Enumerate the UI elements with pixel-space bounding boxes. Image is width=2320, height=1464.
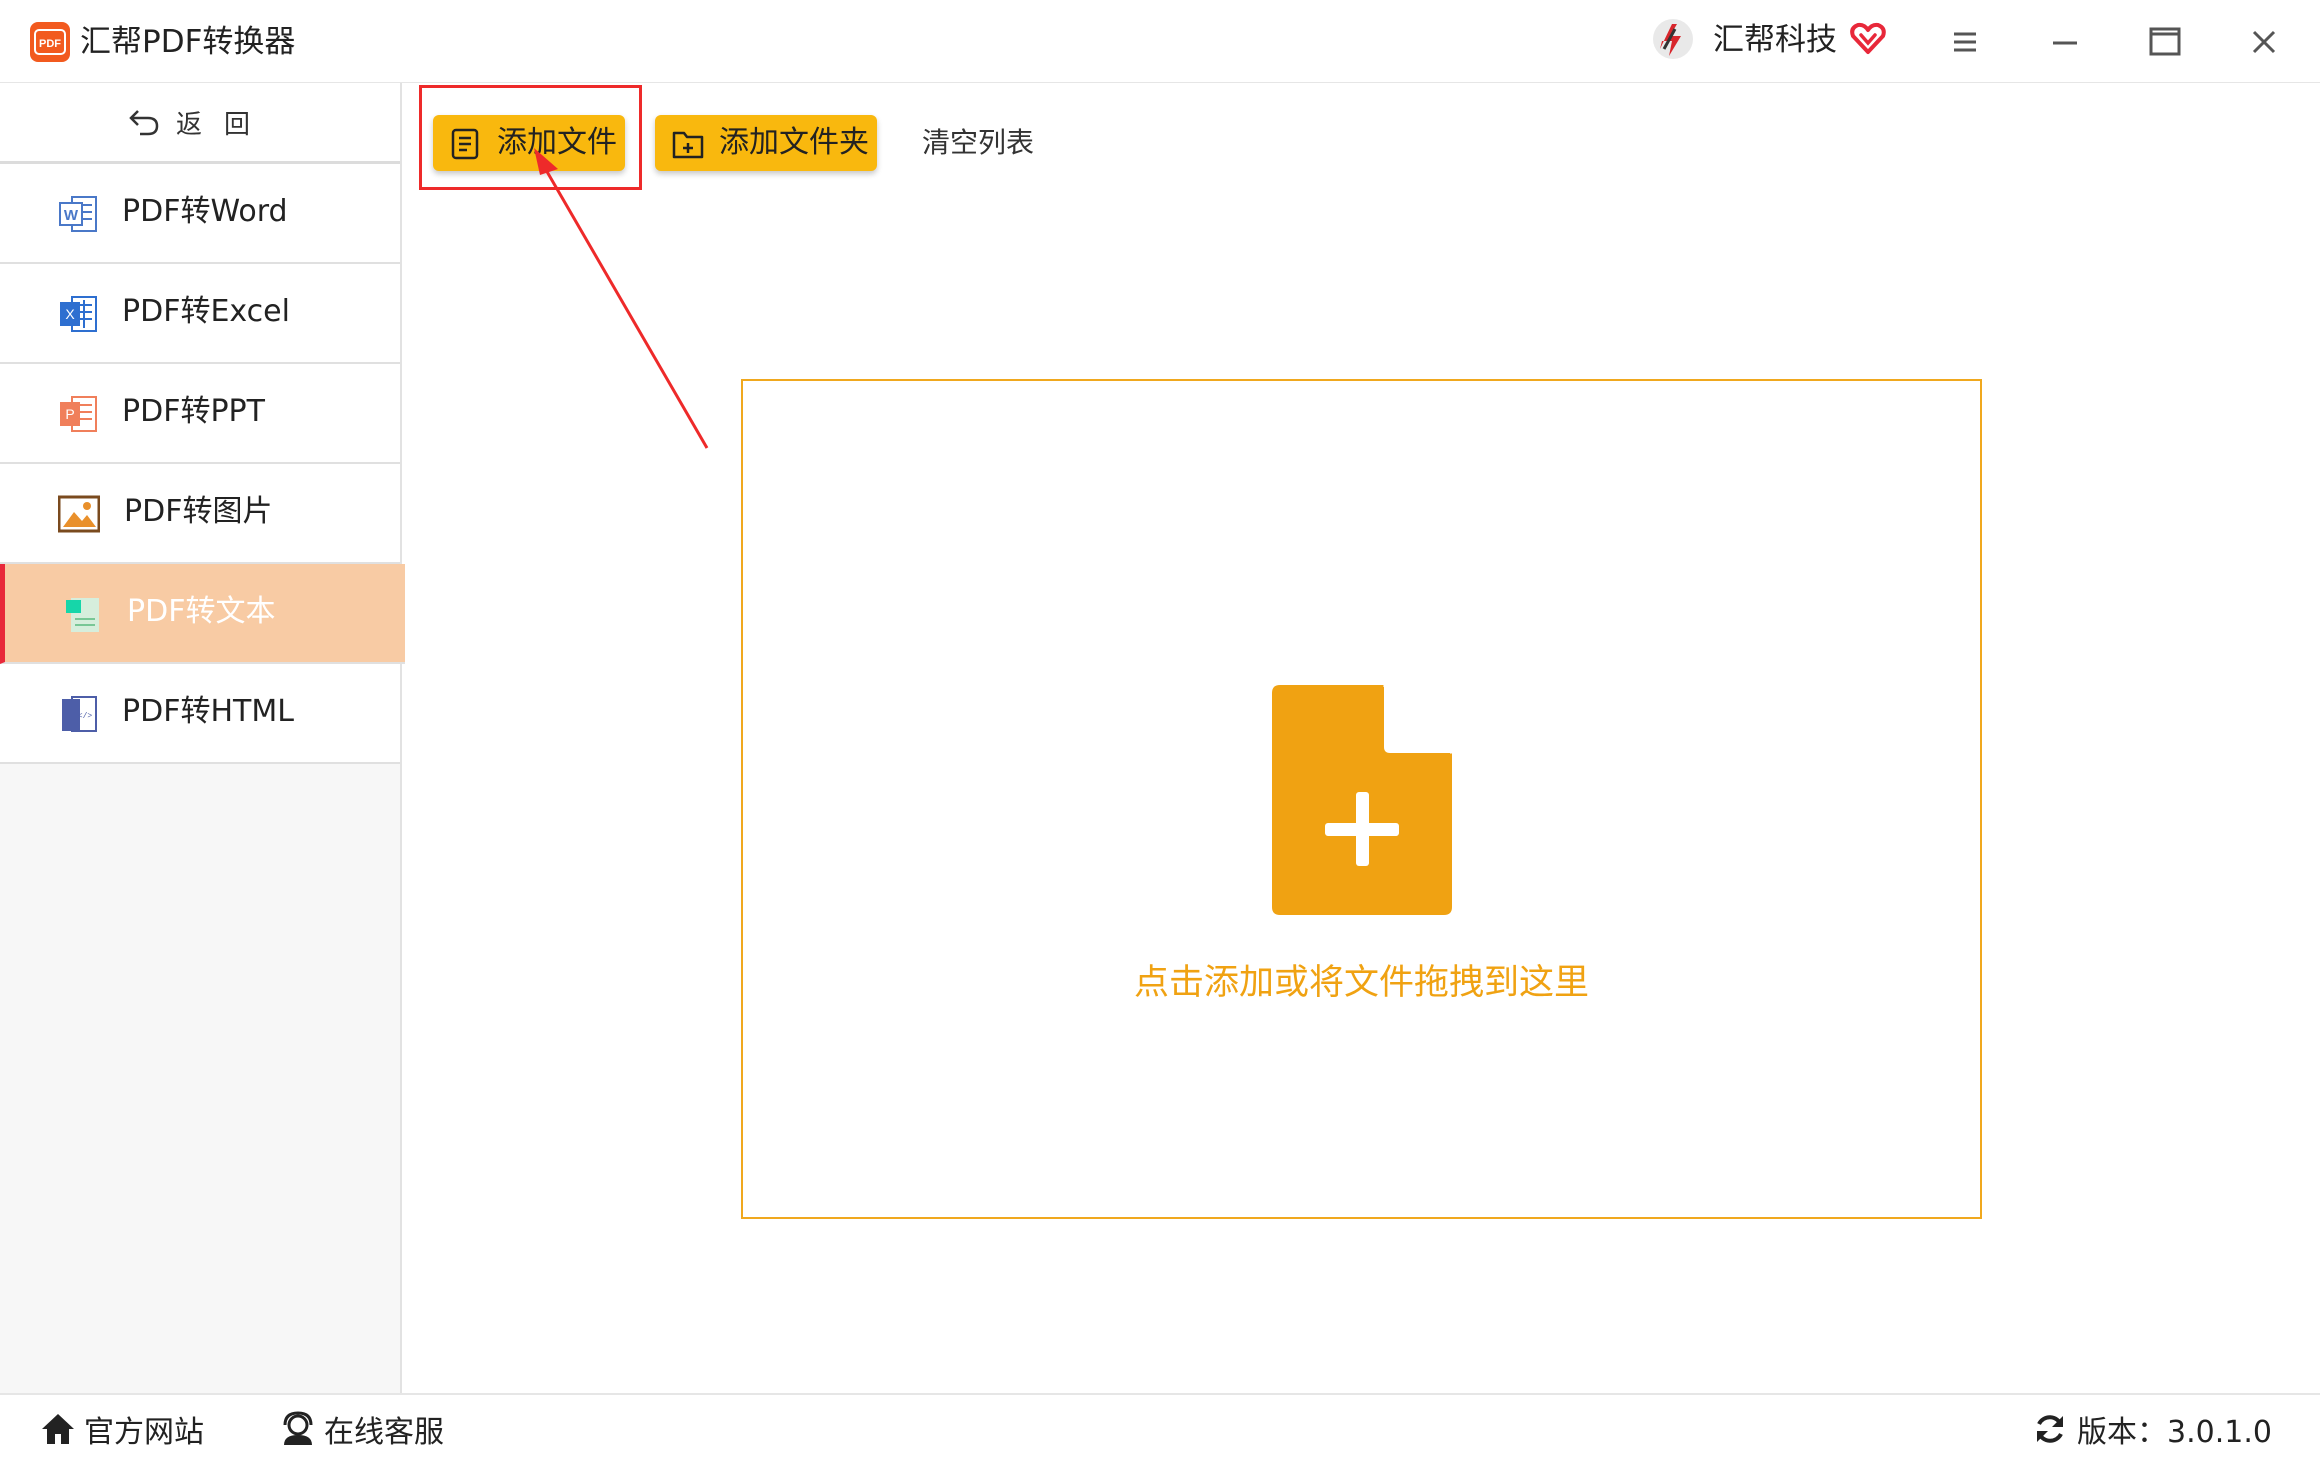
minimize-icon[interactable] <box>2045 22 2085 62</box>
sidebar-item-pdf-to-text[interactable]: PDF转文本 <box>0 564 405 664</box>
clear-list-button[interactable]: 清空列表 <box>922 124 1034 162</box>
back-arrow-icon <box>129 110 159 136</box>
refresh-icon[interactable] <box>2033 1412 2067 1446</box>
svg-text:PDF: PDF <box>39 38 61 50</box>
excel-icon: X <box>60 296 97 332</box>
version-label: 版本：3.0.1.0 <box>2077 1415 2272 1450</box>
svg-text:X: X <box>65 306 75 322</box>
sidebar-item-pdf-to-word[interactable]: W PDF转Word <box>0 164 400 264</box>
official-website-link[interactable]: 官方网站 <box>40 1409 204 1450</box>
online-support-link[interactable]: 在线客服 <box>280 1409 444 1450</box>
sidebar-item-label: PDF转文本 <box>127 594 276 629</box>
version-info: 版本：3.0.1.0 <box>2033 1409 2272 1450</box>
sidebar-item-pdf-to-ppt[interactable]: P PDF转PPT <box>0 364 400 464</box>
back-button[interactable]: 返回 <box>0 83 400 164</box>
brand-logo-icon <box>1653 19 1693 59</box>
sidebar-item-label: PDF转HTML <box>122 694 294 729</box>
add-folder-label: 添加文件夹 <box>719 125 869 160</box>
customer-service-icon <box>283 1411 313 1445</box>
text-file-icon <box>66 598 99 632</box>
home-icon <box>42 1414 74 1444</box>
brand-name: 汇帮科技 <box>1713 22 1837 58</box>
svg-text:P: P <box>65 406 74 422</box>
close-icon[interactable] <box>2244 22 2284 62</box>
sidebar-item-label: PDF转Excel <box>122 294 290 329</box>
sidebar-item-label: PDF转Word <box>122 194 288 229</box>
title-bar: PDF 汇帮PDF转换器 汇帮科技 <box>0 0 2320 83</box>
ppt-icon: P <box>60 396 97 432</box>
add-document-icon <box>1272 685 1452 915</box>
maximize-icon[interactable] <box>2145 22 2185 62</box>
html-icon: </> <box>62 696 97 732</box>
menu-icon[interactable] <box>1945 22 1985 62</box>
app-logo-icon: PDF <box>30 22 70 62</box>
drop-zone-hint: 点击添加或将文件拖拽到这里 <box>1133 963 1589 1003</box>
sidebar-item-pdf-to-image[interactable]: PDF转图片 <box>0 464 400 564</box>
back-label: 返回 <box>175 109 272 140</box>
file-drop-zone[interactable]: 点击添加或将文件拖拽到这里 <box>741 379 1982 1219</box>
online-support-label: 在线客服 <box>324 1415 444 1450</box>
svg-text:</>: </> <box>78 712 93 721</box>
sidebar-item-pdf-to-html[interactable]: </> PDF转HTML <box>0 664 400 764</box>
app-title: 汇帮PDF转换器 <box>80 24 296 60</box>
sidebar-item-pdf-to-excel[interactable]: X PDF转Excel <box>0 264 400 364</box>
sidebar-item-label: PDF转PPT <box>122 394 265 429</box>
image-icon <box>58 495 100 533</box>
vip-heart-icon[interactable] <box>1848 18 1888 58</box>
word-icon: W <box>59 196 97 232</box>
annotation-arrow <box>534 148 709 449</box>
sidebar: 返回 W PDF转Word X PDF转Excel P PDF转PPT PDF转… <box>0 83 405 1393</box>
official-website-label: 官方网站 <box>84 1415 204 1450</box>
sidebar-item-label: PDF转图片 <box>124 494 273 529</box>
footer-bar: 官方网站 在线客服 版本：3.0.1.0 <box>0 1393 2320 1464</box>
svg-text:W: W <box>64 207 79 224</box>
